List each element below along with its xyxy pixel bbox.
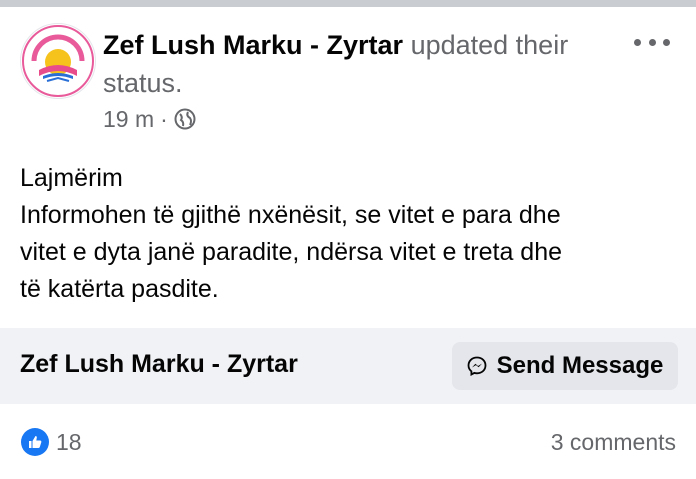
cta-page-name[interactable]: Zef Lush Marku - Zyrtar	[20, 350, 298, 379]
post-time[interactable]: 19 m	[103, 106, 154, 133]
send-message-label: Send Message	[496, 352, 664, 379]
post-body-line: vitet e dyta janë paradite, ndërsa vitet…	[20, 238, 563, 266]
post-stats: 18 3 comments	[0, 404, 696, 479]
school-logo-icon	[22, 25, 94, 97]
like-icon[interactable]	[21, 428, 49, 456]
post-body-line: Informohen të gjithë nxënësit, se vitet …	[20, 201, 561, 229]
meta-separator: ·	[160, 105, 168, 132]
post-body: Lajmërim Informohen të gjithë nxënësit, …	[20, 160, 684, 308]
messenger-icon	[467, 356, 487, 376]
send-message-button[interactable]: Send Message	[452, 342, 678, 390]
reaction-count[interactable]: 18	[56, 428, 82, 456]
more-dot	[663, 38, 670, 46]
globe-icon[interactable]	[174, 108, 196, 130]
more-dot	[634, 38, 641, 46]
page-avatar[interactable]	[20, 23, 96, 99]
page-cta-bar: Zef Lush Marku - Zyrtar Send Message	[0, 328, 696, 404]
post-meta: 19 m ·	[103, 104, 196, 134]
more-dot	[648, 38, 656, 46]
post-body-title: Lajmërim	[20, 164, 123, 192]
more-horizontal-icon[interactable]	[634, 30, 670, 54]
author-name[interactable]: Zef Lush Marku - Zyrtar	[103, 30, 403, 60]
comments-count[interactable]: 3 comments	[551, 428, 676, 456]
post-header: Zef Lush Marku - Zyrtar updated their st…	[103, 26, 623, 102]
post-body-line: të katërta pasdite.	[20, 275, 219, 303]
top-divider	[0, 0, 696, 7]
